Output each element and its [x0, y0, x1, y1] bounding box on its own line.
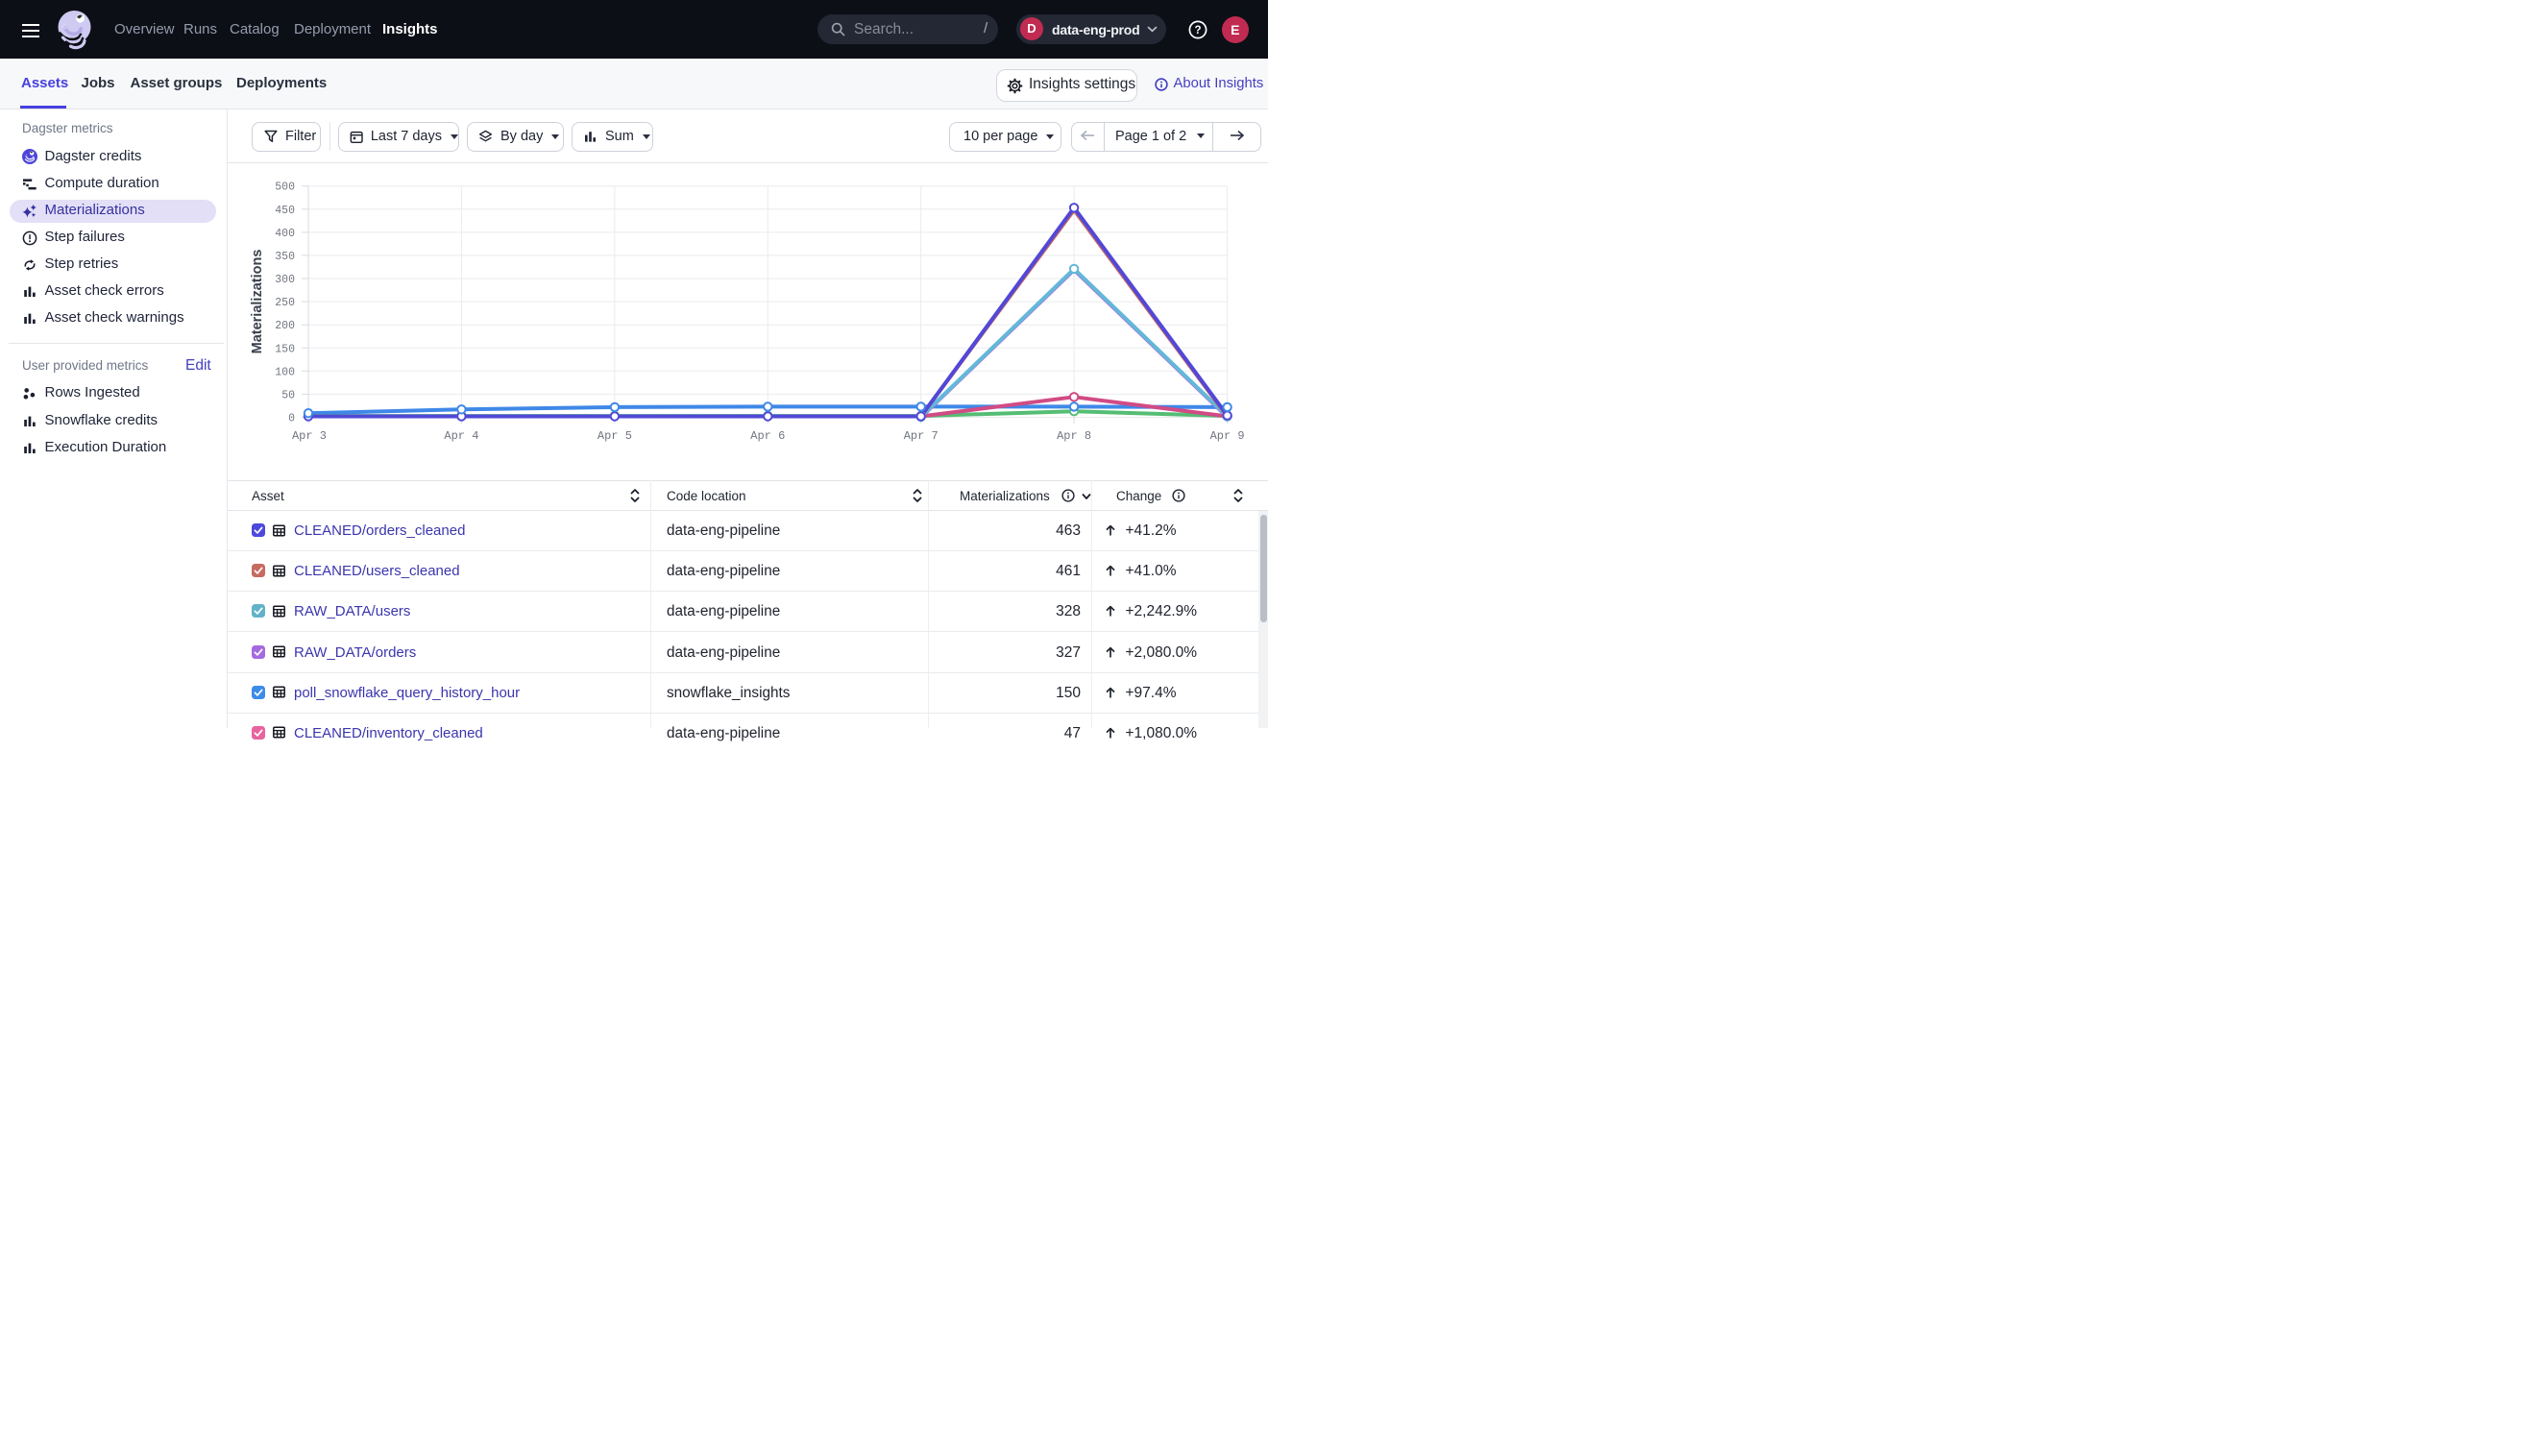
svg-text:?: ? [1194, 25, 1201, 36]
svg-text:Apr 7: Apr 7 [904, 429, 939, 443]
svg-text:250: 250 [275, 297, 295, 309]
svg-text:Materializations: Materializations [250, 250, 265, 354]
svg-text:200: 200 [275, 320, 295, 332]
svg-text:100: 100 [275, 366, 295, 378]
svg-text:0: 0 [288, 413, 295, 425]
svg-text:50: 50 [281, 389, 295, 401]
svg-text:Apr 3: Apr 3 [292, 429, 327, 443]
svg-text:Apr 6: Apr 6 [750, 429, 785, 443]
svg-text:150: 150 [275, 343, 295, 355]
svg-text:Apr 5: Apr 5 [597, 429, 632, 443]
svg-text:Apr 8: Apr 8 [1057, 429, 1091, 443]
svg-text:300: 300 [275, 274, 295, 286]
svg-text:500: 500 [275, 182, 295, 194]
svg-text:Apr 4: Apr 4 [444, 429, 478, 443]
svg-text:450: 450 [275, 205, 295, 217]
svg-text:400: 400 [275, 228, 295, 240]
svg-text:350: 350 [275, 251, 295, 263]
svg-text:Apr 9: Apr 9 [1210, 429, 1245, 443]
